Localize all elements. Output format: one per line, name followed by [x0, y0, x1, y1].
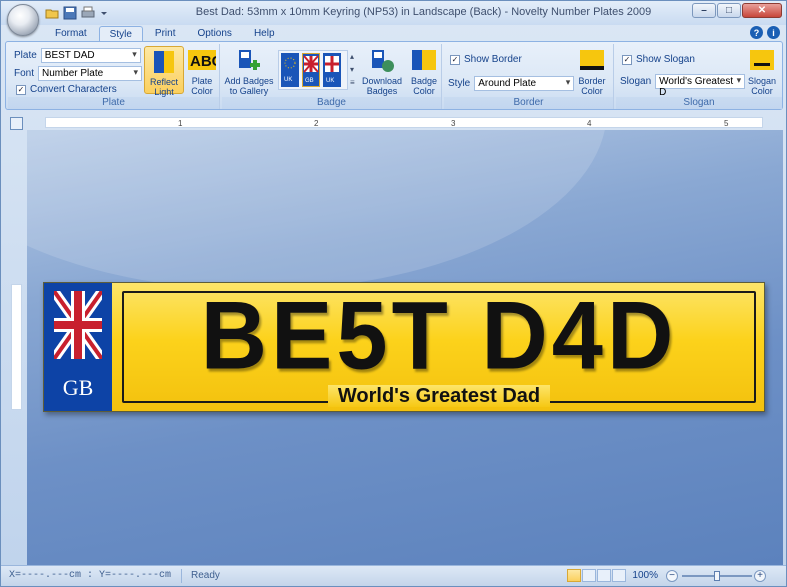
ruler-corner-button[interactable] — [10, 117, 23, 130]
svg-text:GB: GB — [305, 78, 314, 84]
info-icon[interactable]: i — [767, 26, 780, 39]
show-slogan-label: Show Slogan — [636, 54, 695, 65]
badge-color-button[interactable]: Badge Color — [404, 46, 444, 96]
badge-country-code: GB — [62, 375, 94, 400]
close-button[interactable]: ✕ — [742, 3, 782, 18]
border-style-combo[interactable]: Around Plate — [474, 76, 575, 91]
design-canvas[interactable]: GB BE5T D4D World's Greatest Dad — [27, 130, 783, 565]
qat-dropdown-icon[interactable] — [99, 6, 113, 20]
window-controls: – □ ✕ — [692, 3, 782, 20]
ribbon-tabs: Format Style Print Options Help — [45, 26, 285, 42]
plate-badge[interactable]: GB — [44, 283, 112, 411]
badge-color-icon — [412, 50, 436, 70]
uk-flag-badge-icon[interactable]: UK — [323, 53, 341, 87]
badge-gallery: UK GB UK — [278, 50, 348, 90]
slogan-color-button[interactable]: Slogan Color — [742, 46, 782, 96]
vertical-ruler — [11, 284, 22, 410]
maximize-button[interactable]: □ — [717, 3, 741, 18]
union-jack-icon — [54, 291, 102, 359]
cursor-coordinates: X=----.---cm : Y=----.---cm — [9, 570, 172, 581]
view-preview-button[interactable] — [597, 569, 611, 582]
gallery-scroll[interactable]: ▴ ▾ ≡ — [350, 50, 360, 90]
plate-label: Plate — [14, 50, 37, 61]
show-border-checkbox[interactable]: ✓ — [450, 54, 460, 65]
window-title: Best Dad: 53mm x 10mm Keyring (NP53) in … — [195, 6, 652, 18]
border-style-label: Style — [448, 78, 471, 89]
horizontal-ruler: 1 2 3 4 5 — [45, 117, 763, 128]
add-badges-button[interactable]: Add Badges to Gallery — [224, 46, 274, 96]
eu-badge-icon[interactable]: UK — [281, 53, 299, 87]
plate-slogan-text: World's Greatest Dad — [327, 385, 551, 407]
font-label: Font — [14, 68, 35, 79]
show-border-label: Show Border — [464, 54, 522, 65]
reflect-light-button[interactable]: Reflect Light — [144, 46, 184, 97]
status-bar: X=----.---cm : Y=----.---cm Ready 100% −… — [1, 565, 786, 586]
svg-text:UK: UK — [326, 78, 334, 84]
svg-text:UK: UK — [284, 77, 292, 83]
background-swoosh — [27, 130, 607, 290]
plate-registration-text: BE5T D4D — [200, 282, 678, 390]
view-buttons — [567, 569, 626, 582]
slogan-combo[interactable]: World's Greatest D — [655, 74, 746, 98]
convert-characters-label: Convert Characters — [30, 84, 117, 95]
border-group-label: Border — [444, 97, 613, 109]
view-full-button[interactable] — [612, 569, 626, 582]
download-badges-button[interactable]: Download Badges — [360, 46, 404, 96]
status-text: Ready — [191, 570, 220, 581]
number-plate[interactable]: GB BE5T D4D World's Greatest Dad — [43, 282, 765, 412]
minimize-button[interactable]: – — [692, 3, 716, 18]
border-color-button[interactable]: Border Color — [572, 46, 612, 96]
font-combo[interactable]: Number Plate — [38, 66, 143, 81]
slogan-group: ✓ Show Slogan Slogan World's Greatest D … — [616, 44, 782, 109]
app-window: Best Dad: 53mm x 10mm Keyring (NP53) in … — [0, 0, 787, 587]
reflect-light-icon — [154, 51, 174, 73]
quick-access-toolbar — [45, 6, 113, 22]
view-layout-button[interactable] — [582, 569, 596, 582]
plate-group-label: Plate — [8, 97, 219, 109]
tab-print[interactable]: Print — [145, 26, 186, 42]
tab-format[interactable]: Format — [45, 26, 97, 42]
zoom-out-button[interactable]: − — [666, 570, 678, 582]
ribbon: Plate BEST DAD Font Number Plate ✓ Conve… — [5, 41, 783, 110]
save-icon[interactable] — [63, 6, 77, 20]
title-bar: Best Dad: 53mm x 10mm Keyring (NP53) in … — [1, 1, 786, 25]
plate-group: Plate BEST DAD Font Number Plate ✓ Conve… — [8, 44, 220, 109]
tab-style[interactable]: Style — [98, 26, 143, 42]
print-icon[interactable] — [81, 6, 95, 20]
open-folder-icon[interactable] — [45, 6, 59, 20]
help-icon[interactable]: ? — [750, 26, 763, 39]
slogan-color-icon — [750, 50, 774, 70]
border-color-icon — [580, 50, 604, 70]
border-group: ✓ Show Border Style Around Plate Border … — [444, 44, 614, 109]
zoom-in-button[interactable]: + — [754, 570, 766, 582]
svg-text:ABC: ABC — [190, 53, 216, 70]
convert-characters-checkbox[interactable]: ✓ — [16, 84, 26, 95]
slogan-group-label: Slogan — [616, 97, 782, 109]
add-badge-icon — [239, 50, 260, 70]
download-badges-icon — [372, 50, 394, 72]
help-icons: ? i — [750, 26, 780, 39]
badge-group-label: Badge — [222, 97, 441, 109]
view-normal-button[interactable] — [567, 569, 581, 582]
slogan-label: Slogan — [620, 76, 652, 87]
tab-options[interactable]: Options — [187, 26, 241, 42]
plate-color-icon: ABC — [188, 50, 216, 70]
tab-help[interactable]: Help — [244, 26, 285, 42]
plate-text-combo[interactable]: BEST DAD — [40, 48, 141, 63]
plate-color-button[interactable]: ABC Plate Color — [182, 46, 222, 96]
badge-group: Add Badges to Gallery UK GB UK ▴ ▾ ≡ Downl… — [222, 44, 442, 109]
application-orb-button[interactable] — [7, 4, 39, 36]
zoom-slider-thumb[interactable] — [714, 571, 720, 581]
gb-badge-icon-selected[interactable]: GB — [302, 53, 320, 87]
zoom-level[interactable]: 100% — [632, 570, 658, 581]
show-slogan-checkbox[interactable]: ✓ — [622, 54, 632, 65]
